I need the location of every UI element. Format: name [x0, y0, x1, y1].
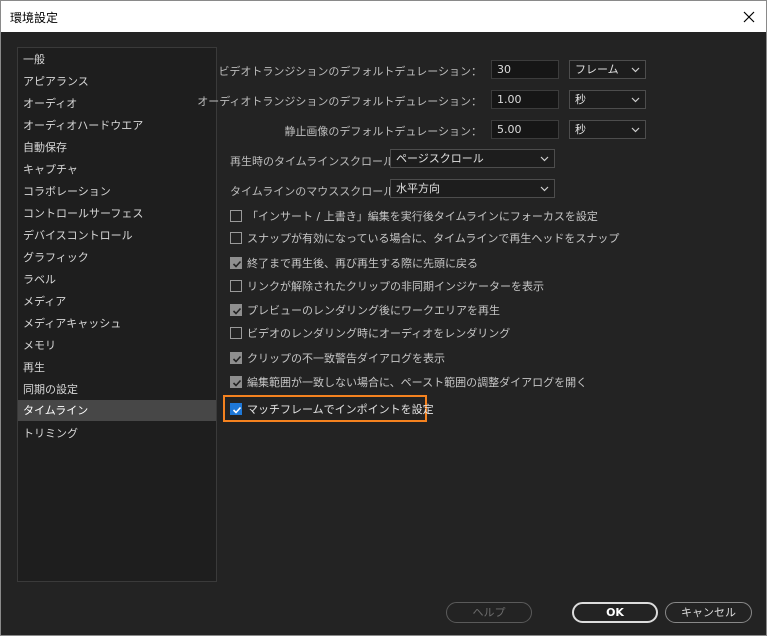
- chevron-down-icon: [631, 127, 640, 133]
- playback-scroll-label: 再生時のタイムラインスクロール：: [230, 155, 406, 168]
- video-transition-unit-value: フレーム: [575, 63, 619, 76]
- help-button[interactable]: ヘルプ: [446, 602, 532, 623]
- chevron-down-icon: [540, 186, 549, 192]
- mouse-scroll-label: タイムラインのマウススクロール：: [230, 185, 406, 198]
- checkbox-unchecked[interactable]: [230, 326, 242, 339]
- cancel-button[interactable]: キャンセル: [665, 602, 752, 623]
- chevron-down-icon: [540, 156, 549, 162]
- video-transition-unit-dropdown[interactable]: フレーム: [569, 60, 646, 79]
- checkbox-play-work-area[interactable]: プレビューのレンダリング後にワークエリアを再生: [230, 300, 500, 319]
- checkmark-icon: [232, 307, 242, 315]
- checkbox-mismatch-warning[interactable]: クリップの不一致警告ダイアログを表示: [230, 348, 445, 367]
- sidebar-item-capture[interactable]: キャプチャ: [18, 159, 216, 180]
- checkbox-checked[interactable]: [230, 303, 242, 316]
- still-image-unit-dropdown[interactable]: 秒: [569, 120, 646, 139]
- checkbox-label: ビデオのレンダリング時にオーディオをレンダリング: [247, 326, 511, 340]
- checkbox-snap-playhead[interactable]: スナップが有効になっている場合に、タイムラインで再生ヘッドをスナップ: [230, 228, 619, 247]
- checkbox-return-to-start[interactable]: 終了まで再生後、再び再生する際に先頭に戻る: [230, 253, 478, 272]
- sidebar-item-audio-hardware[interactable]: オーディオハードウエア: [18, 115, 216, 136]
- still-image-unit-value: 秒: [575, 123, 586, 136]
- playback-scroll-value: ページスクロール: [396, 152, 484, 165]
- audio-transition-unit-dropdown[interactable]: 秒: [569, 90, 646, 109]
- checkbox-focus-timeline-after-insert[interactable]: 「インサート / 上書き」編集を実行後タイムラインにフォーカスを設定: [230, 206, 598, 225]
- sidebar-item-playback[interactable]: 再生: [18, 357, 216, 378]
- checkbox-render-audio[interactable]: ビデオのレンダリング時にオーディオをレンダリング: [230, 323, 510, 342]
- playback-scroll-dropdown[interactable]: ページスクロール: [390, 149, 555, 168]
- checkbox-label: 終了まで再生後、再び再生する際に先頭に戻る: [247, 256, 478, 270]
- dialog-body: 一般 アピアランス オーディオ オーディオハードウエア 自動保存 キャプチャ コ…: [1, 32, 766, 635]
- close-icon: [743, 11, 755, 22]
- sidebar-item-memory[interactable]: メモリ: [18, 335, 216, 356]
- sidebar-item-auto-save[interactable]: 自動保存: [18, 137, 216, 158]
- checkbox-label: スナップが有効になっている場合に、タイムラインで再生ヘッドをスナップ: [247, 231, 620, 245]
- sidebar-item-media[interactable]: メディア: [18, 291, 216, 312]
- sidebar-item-trimming[interactable]: トリミング: [18, 423, 216, 444]
- checkbox-unchecked[interactable]: [230, 209, 242, 222]
- checkbox-label: マッチフレームでインポイントを設定: [247, 402, 434, 416]
- window-title: 環境設定: [10, 11, 59, 25]
- sidebar-item-audio[interactable]: オーディオ: [18, 93, 216, 114]
- title-bar: 環境設定: [1, 1, 766, 32]
- checkmark-icon: [232, 379, 242, 387]
- checkmark-icon: [232, 355, 242, 363]
- checkbox-unchecked[interactable]: [230, 279, 242, 292]
- mouse-scroll-value: 水平方向: [396, 182, 440, 195]
- checkbox-match-frame-in-point[interactable]: マッチフレームでインポイントを設定: [230, 399, 434, 418]
- video-transition-duration-label: ビデオトランジションのデフォルトデュレーション：: [218, 65, 482, 78]
- still-image-duration-input[interactable]: 5.00: [491, 120, 559, 139]
- checkbox-paste-range-dialog[interactable]: 編集範囲が一致しない場合に、ペースト範囲の調整ダイアログを開く: [230, 372, 587, 391]
- category-list: 一般 アピアランス オーディオ オーディオハードウエア 自動保存 キャプチャ コ…: [17, 47, 217, 582]
- sidebar-item-graphics[interactable]: グラフィック: [18, 247, 216, 268]
- sidebar-item-timeline[interactable]: タイムライン: [18, 400, 216, 421]
- checkbox-checked[interactable]: [230, 375, 242, 388]
- video-transition-duration-input[interactable]: 30: [491, 60, 559, 79]
- ok-button[interactable]: OK: [572, 602, 658, 623]
- preferences-dialog: 環境設定 一般 アピアランス オーディオ オーディオハードウエア 自動保存 キャ…: [0, 0, 767, 636]
- checkbox-label: リンクが解除されたクリップの非同期インジケーターを表示: [247, 279, 544, 293]
- sidebar-item-media-cache[interactable]: メディアキャッシュ: [18, 313, 216, 334]
- checkbox-checked[interactable]: [230, 351, 242, 364]
- close-button[interactable]: [732, 1, 766, 32]
- checkbox-checked[interactable]: [230, 402, 242, 415]
- checkbox-label: プレビューのレンダリング後にワークエリアを再生: [247, 303, 500, 317]
- checkbox-unchecked[interactable]: [230, 231, 242, 244]
- chevron-down-icon: [631, 97, 640, 103]
- sidebar-item-control-surface[interactable]: コントロールサーフェス: [18, 203, 216, 224]
- checkmark-icon: [232, 260, 242, 268]
- sidebar-item-collaboration[interactable]: コラボレーション: [18, 181, 216, 202]
- sidebar-item-appearance[interactable]: アピアランス: [18, 71, 216, 92]
- sidebar-item-general[interactable]: 一般: [18, 49, 216, 70]
- sidebar-item-sync-settings[interactable]: 同期の設定: [18, 379, 216, 400]
- checkmark-icon: [232, 406, 242, 414]
- checkbox-label: 「インサート / 上書き」編集を実行後タイムラインにフォーカスを設定: [247, 209, 598, 223]
- chevron-down-icon: [631, 67, 640, 73]
- audio-transition-duration-label: オーディオトランジションのデフォルトデュレーション：: [197, 95, 482, 108]
- mouse-scroll-dropdown[interactable]: 水平方向: [390, 179, 555, 198]
- audio-transition-duration-input[interactable]: 1.00: [491, 90, 559, 109]
- still-image-duration-label: 静止画像のデフォルトデュレーション：: [284, 125, 482, 138]
- checkbox-checked[interactable]: [230, 256, 242, 269]
- sidebar-item-labels[interactable]: ラベル: [18, 269, 216, 290]
- checkbox-label: クリップの不一致警告ダイアログを表示: [247, 351, 445, 365]
- sidebar-item-device-control[interactable]: デバイスコントロール: [18, 225, 216, 246]
- checkbox-label: 編集範囲が一致しない場合に、ペースト範囲の調整ダイアログを開く: [247, 375, 588, 389]
- audio-transition-unit-value: 秒: [575, 93, 586, 106]
- checkbox-async-indicator[interactable]: リンクが解除されたクリップの非同期インジケーターを表示: [230, 276, 544, 295]
